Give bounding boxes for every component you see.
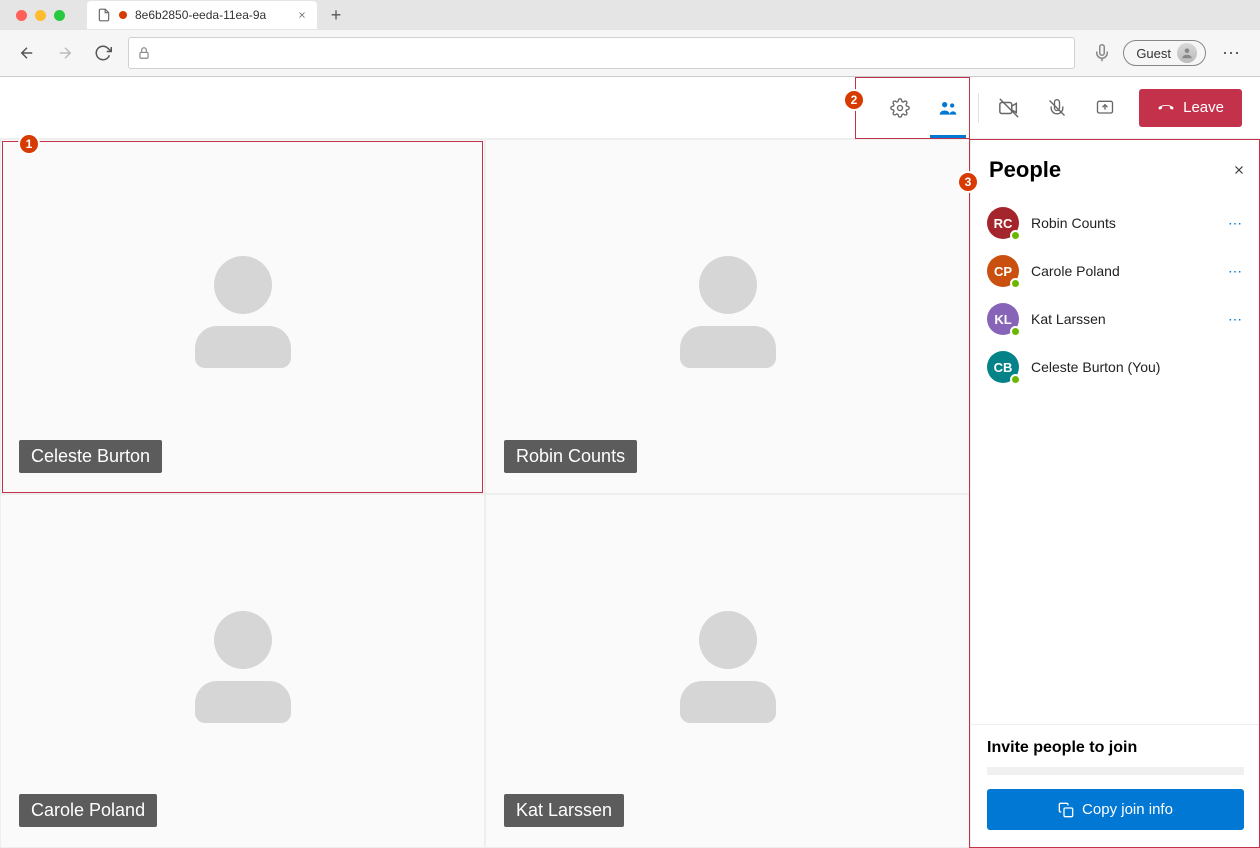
callout-badge-2: 2 [843,89,865,111]
browser-chrome: 8e6b2850-eeda-11ea-9a + Guest ⋯ [0,0,1260,77]
recording-icon [119,11,127,19]
presence-icon [1010,278,1021,289]
people-panel: 3 People RC Robin Counts ⋯ CP Carole Pol… [970,139,1260,848]
toolbar-group-settings [876,77,972,138]
person-name: Kat Larssen [1031,311,1216,327]
microphone-icon[interactable] [1093,44,1111,62]
participant-name: Kat Larssen [504,794,624,827]
avatar: RC [987,207,1019,239]
close-icon [1232,163,1246,177]
person-name: Celeste Burton (You) [1031,359,1244,375]
invite-progress [987,767,1244,775]
people-icon [938,98,958,118]
avatar-placeholder-icon [188,256,298,376]
participant-name: Robin Counts [504,440,637,473]
forward-button[interactable] [52,40,78,66]
settings-button[interactable] [876,77,924,138]
gear-icon [890,98,910,118]
nav-bar: Guest ⋯ [0,30,1260,76]
presence-icon [1010,374,1021,385]
address-bar[interactable] [128,37,1075,69]
list-item[interactable]: CB Celeste Burton (You) [981,343,1250,391]
participant-name: Celeste Burton [19,440,162,473]
person-name: Carole Poland [1031,263,1216,279]
meeting-toolbar: 2 Leave [0,77,1260,139]
participant-name: Carole Poland [19,794,157,827]
guest-label: Guest [1136,46,1171,61]
document-icon [97,8,111,22]
panel-title: People [989,157,1061,183]
video-tile[interactable]: Carole Poland [0,494,485,848]
arrow-left-icon [18,44,36,62]
reload-button[interactable] [90,40,116,66]
people-list: RC Robin Counts ⋯ CP Carole Poland ⋯ KL … [971,195,1260,724]
avatar-placeholder-icon [188,611,298,731]
window-close[interactable] [16,10,27,21]
window-maximize[interactable] [54,10,65,21]
person-name: Robin Counts [1031,215,1216,231]
avatar: CP [987,255,1019,287]
toolbar-divider [978,93,979,123]
video-tile[interactable]: Celeste Burton [0,139,485,494]
browser-tab[interactable]: 8e6b2850-eeda-11ea-9a [87,1,317,29]
callout-badge-3: 3 [957,171,979,193]
avatar: CB [987,351,1019,383]
list-item[interactable]: CP Carole Poland ⋯ [981,247,1250,295]
tab-title: 8e6b2850-eeda-11ea-9a [135,8,266,22]
person-more-button[interactable]: ⋯ [1228,263,1244,280]
presence-icon [1010,326,1021,337]
avatar-icon [1177,43,1197,63]
callout-badge-1: 1 [18,133,40,155]
toolbar-group-media [985,77,1129,138]
avatar-placeholder-icon [673,611,783,731]
avatar-placeholder-icon [673,256,783,376]
presence-icon [1010,230,1021,241]
copy-label: Copy join info [1082,801,1173,818]
hangup-icon [1157,99,1175,117]
video-grid: 1 Celeste Burton Robin Counts Carole Pol… [0,139,970,848]
arrow-right-icon [56,44,74,62]
tab-bar: 8e6b2850-eeda-11ea-9a + [0,0,1260,30]
people-button[interactable] [924,77,972,138]
invite-title: Invite people to join [987,739,1244,757]
person-more-button[interactable]: ⋯ [1228,215,1244,232]
person-more-button[interactable]: ⋯ [1228,311,1244,328]
mic-off-icon [1047,98,1067,118]
leave-button[interactable]: Leave [1139,89,1242,127]
invite-section: Invite people to join Copy join info [971,724,1260,848]
profile-button[interactable]: Guest [1123,40,1206,66]
mic-button[interactable] [1033,77,1081,138]
camera-off-icon [998,97,1020,119]
close-panel-button[interactable] [1232,163,1246,177]
window-minimize[interactable] [35,10,46,21]
avatar: KL [987,303,1019,335]
main-area: 1 Celeste Burton Robin Counts Carole Pol… [0,139,1260,848]
video-tile[interactable]: Kat Larssen [485,494,970,848]
leave-label: Leave [1183,99,1224,116]
reload-icon [94,44,112,62]
lock-icon [137,46,151,60]
list-item[interactable]: RC Robin Counts ⋯ [981,199,1250,247]
browser-menu-button[interactable]: ⋯ [1218,43,1246,64]
back-button[interactable] [14,40,40,66]
share-screen-icon [1095,98,1115,118]
copy-join-info-button[interactable]: Copy join info [987,789,1244,830]
panel-header: People [971,139,1260,195]
share-button[interactable] [1081,77,1129,138]
list-item[interactable]: KL Kat Larssen ⋯ [981,295,1250,343]
video-tile[interactable]: Robin Counts [485,139,970,494]
copy-icon [1058,802,1074,818]
window-controls [8,10,73,21]
camera-button[interactable] [985,77,1033,138]
new-tab-button[interactable]: + [323,2,349,28]
close-icon[interactable] [297,10,307,20]
